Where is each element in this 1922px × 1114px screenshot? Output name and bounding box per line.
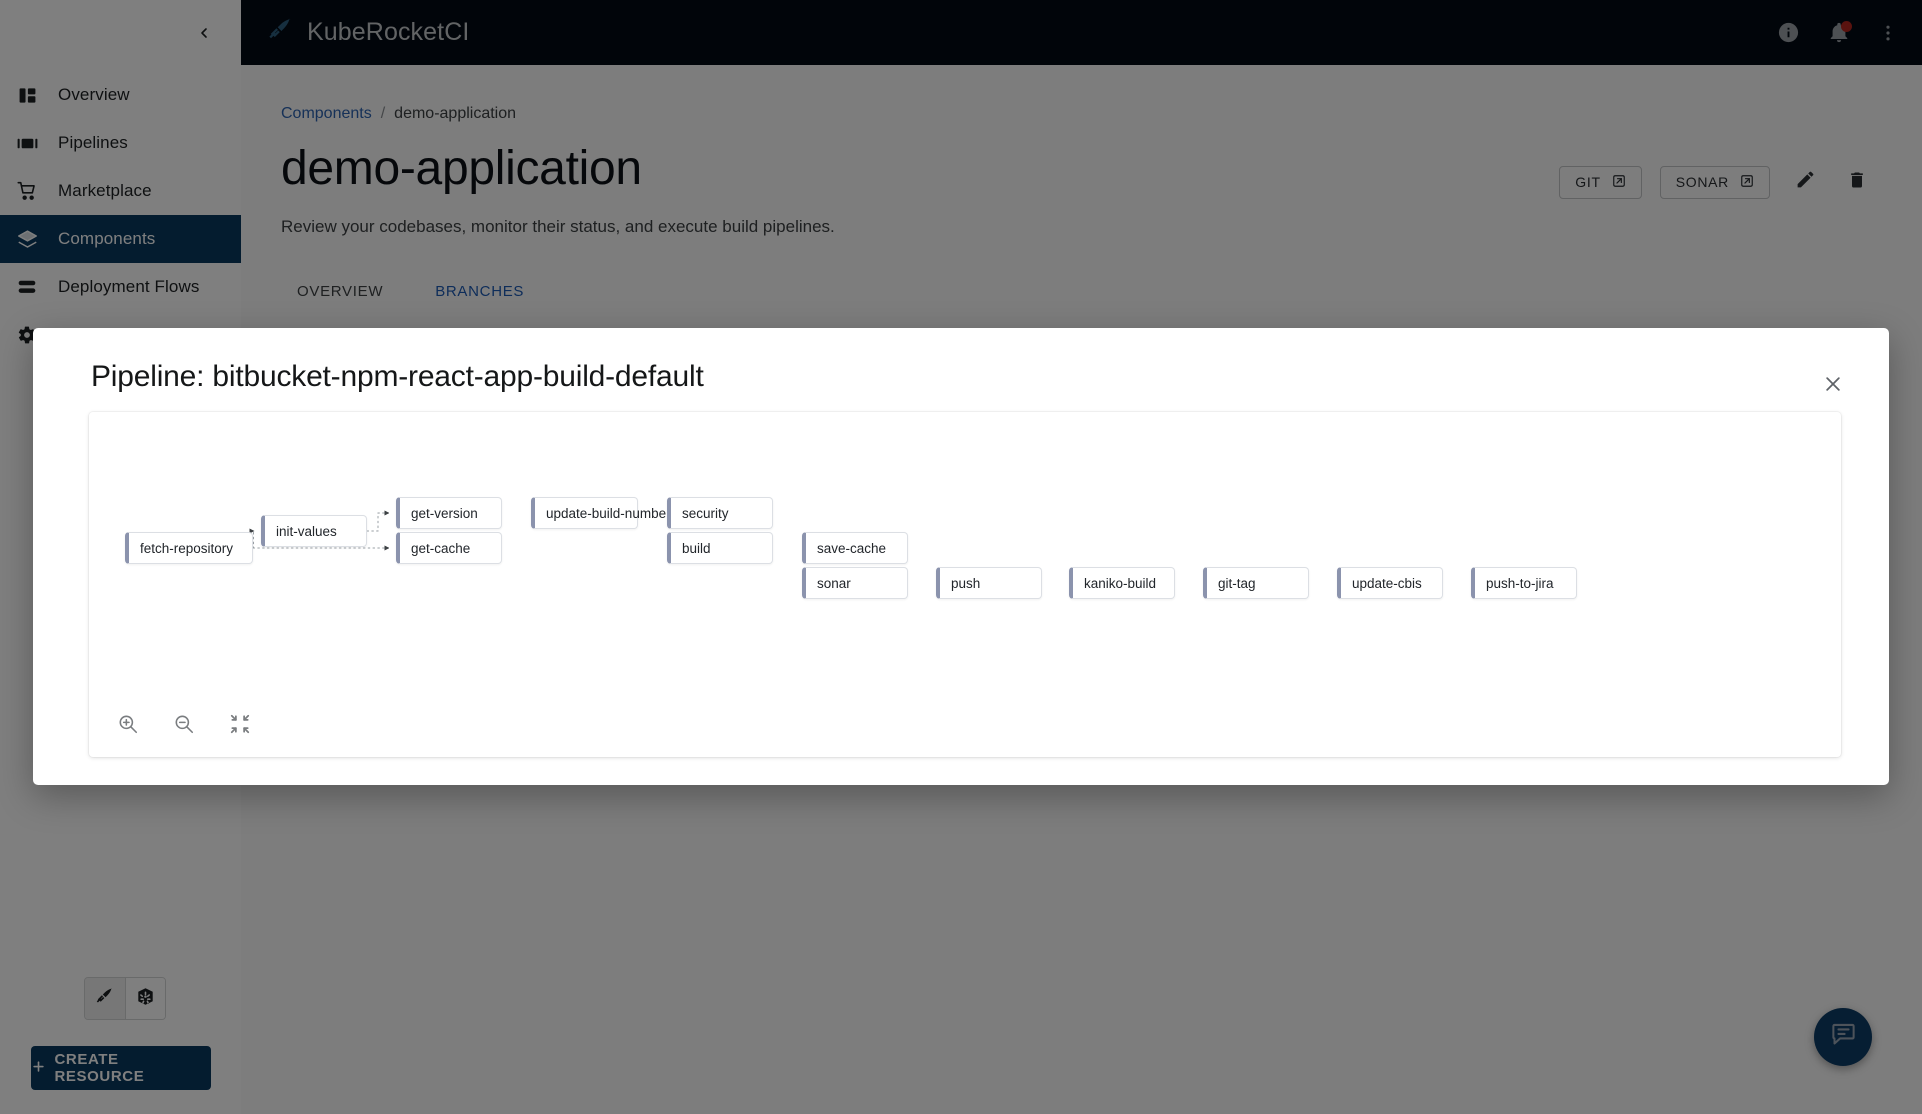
zoom-in-icon[interactable] (111, 707, 145, 741)
pipeline-node-label: push (951, 576, 980, 591)
pipeline-modal: Pipeline: bitbucket-npm-react-app-build-… (33, 328, 1889, 785)
pipeline-node-label: push-to-jira (1486, 576, 1554, 591)
application-window: Overview Pipelines Marketplace (0, 0, 1922, 1114)
pipeline-node-get-version[interactable]: get-version (396, 497, 502, 529)
modal-title: Pipeline: bitbucket-npm-react-app-build-… (91, 360, 1849, 394)
pipeline-edge-fetch-repository-to-init-values (253, 531, 254, 548)
pipeline-node-label: build (682, 541, 711, 556)
pipeline-node-label: save-cache (817, 541, 886, 556)
pipeline-node-label: update-cbis (1352, 576, 1422, 591)
modal-body: fetch-repository init-values get-version ge… (33, 412, 1889, 785)
pipeline-graph-canvas[interactable]: fetch-repository init-values get-version ge… (89, 412, 1841, 757)
pipeline-node-label: git-tag (1218, 576, 1256, 591)
pipeline-node-label: fetch-repository (140, 541, 233, 556)
pipeline-node-label: update-build-number (546, 506, 671, 521)
pipeline-edge-init-values-to-get-version (367, 513, 389, 531)
pipeline-node-kaniko-build[interactable]: kaniko-build (1069, 567, 1175, 599)
pipeline-node-fetch-repository[interactable]: fetch-repository (125, 532, 253, 564)
zoom-out-icon[interactable] (167, 707, 201, 741)
pipeline-node-save-cache[interactable]: save-cache (802, 532, 908, 564)
pipeline-node-update-build-number[interactable]: update-build-number (531, 497, 638, 529)
pipeline-node-get-cache[interactable]: get-cache (396, 532, 502, 564)
fit-to-screen-icon[interactable] (223, 707, 257, 741)
pipeline-node-git-tag[interactable]: git-tag (1203, 567, 1309, 599)
pipeline-node-sonar[interactable]: sonar (802, 567, 908, 599)
pipeline-node-label: get-version (411, 506, 478, 521)
pipeline-node-build[interactable]: build (667, 532, 773, 564)
pipeline-node-update-cbis[interactable]: update-cbis (1337, 567, 1443, 599)
pipeline-node-push[interactable]: push (936, 567, 1042, 599)
close-icon[interactable] (1819, 370, 1847, 398)
pipeline-node-label: security (682, 506, 729, 521)
pipeline-node-label: sonar (817, 576, 851, 591)
pipeline-node-push-to-jira[interactable]: push-to-jira (1471, 567, 1577, 599)
pipeline-node-security[interactable]: security (667, 497, 773, 529)
graph-controls (111, 707, 257, 741)
modal-header: Pipeline: bitbucket-npm-react-app-build-… (33, 328, 1889, 412)
pipeline-node-label: init-values (276, 524, 337, 539)
pipeline-node-label: get-cache (411, 541, 470, 556)
pipeline-node-init-values[interactable]: init-values (261, 515, 367, 547)
pipeline-node-label: kaniko-build (1084, 576, 1156, 591)
